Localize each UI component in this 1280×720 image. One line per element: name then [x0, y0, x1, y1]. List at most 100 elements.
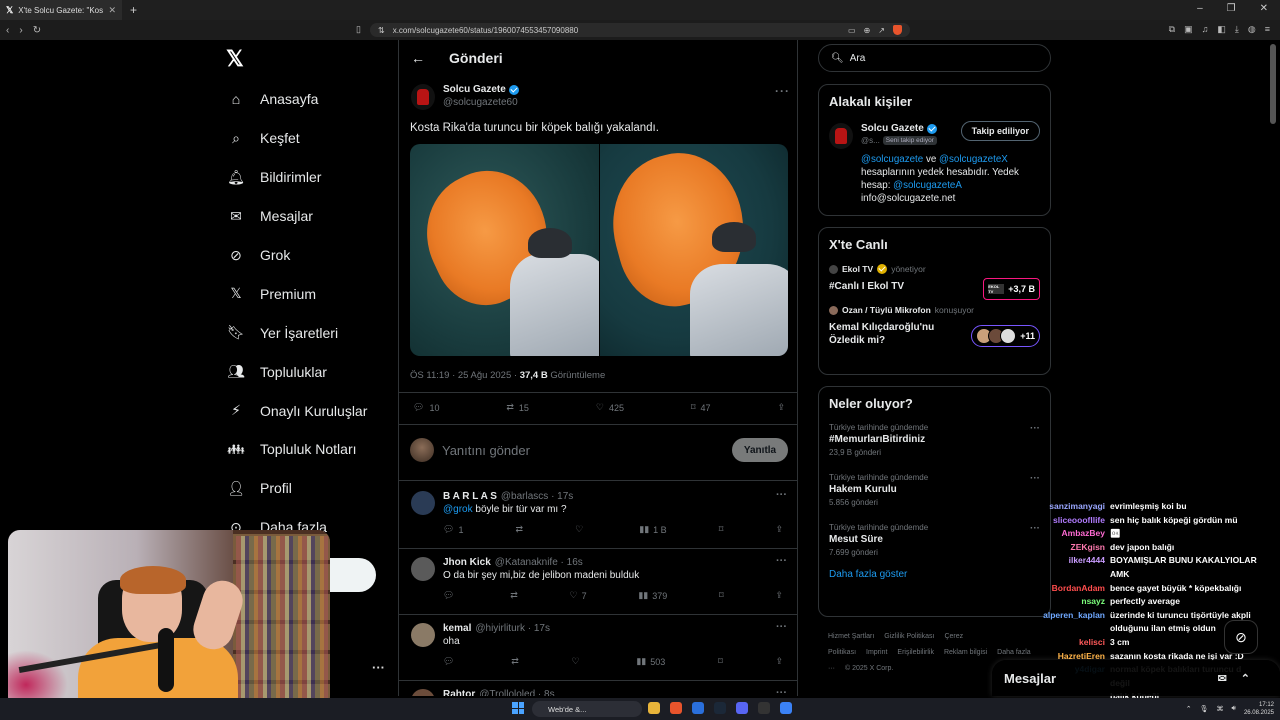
nav-item[interactable]: ⚡︎ Onaylı Kuruluşlar — [226, 391, 367, 430]
reply-avatar[interactable] — [411, 491, 435, 515]
reply-reply-action[interactable]: 💬︎ — [443, 590, 458, 601]
related-name[interactable]: Solcu Gazete — [861, 123, 924, 134]
reply-share-action[interactable]: ⇪ — [775, 656, 783, 667]
reply-bookmark-action[interactable]: ⌑ — [719, 590, 724, 601]
nav-item[interactable]: ⊘ Grok — [226, 236, 367, 275]
reply-handle[interactable]: @hiyirliturk · 17s — [475, 623, 550, 634]
footer-link[interactable]: Hizmet Şartları — [828, 633, 874, 640]
new-tab-icon[interactable]: + — [130, 3, 137, 17]
reply-repost-action[interactable]: ⇄ — [511, 656, 519, 667]
trend-more-icon[interactable]: ··· — [1030, 473, 1040, 484]
grok-fab-icon[interactable]: ⊘ — [1224, 620, 1258, 654]
tray-arrow-icon[interactable]: ⌃ — [1186, 705, 1192, 713]
footer-link[interactable]: © 2025 X Corp. — [845, 665, 893, 672]
reply-like-action[interactable]: ♡ 7 — [569, 590, 586, 601]
reply-reply-action[interactable]: 💬︎ 1 — [443, 524, 463, 535]
close-tab-icon[interactable]: ✕ — [108, 5, 116, 16]
following-button[interactable]: Takip ediliyor — [960, 121, 1040, 141]
extension-icon[interactable]: ⧉ — [1169, 24, 1175, 35]
reply-author[interactable]: Jhon Kick — [443, 557, 491, 568]
obs-icon[interactable] — [758, 702, 770, 714]
vpn-icon[interactable]: ◍ — [1248, 24, 1256, 35]
reply-author[interactable]: B A R L A S — [443, 491, 497, 502]
footer-link[interactable]: Imprint — [866, 649, 887, 656]
reply-item[interactable]: Rahtor@Trollololed · 8s💬︎ ⇄♡ ▮▮ ⌑⇪··· — [399, 681, 797, 696]
reply-button[interactable]: Yanıtla — [732, 438, 788, 462]
mic-tray-icon[interactable]: 🎙︎ — [1200, 705, 1209, 713]
nav-item[interactable]: ⌕ Keşfet — [226, 119, 367, 158]
brave-icon[interactable] — [670, 702, 682, 714]
reply-avatar[interactable] — [411, 557, 435, 581]
zoom-icon[interactable]: ⊕ — [864, 26, 871, 35]
chat-user[interactable] — [1000, 622, 1105, 636]
wallet-icon[interactable]: ▣ — [1184, 24, 1193, 35]
music-icon[interactable]: ♫ — [1202, 24, 1209, 35]
my-avatar[interactable] — [410, 438, 434, 462]
related-handle[interactable]: @s... — [861, 136, 880, 145]
reply-item[interactable]: B A R L A S @barlascs · 17s @grok böyle bi… — [399, 483, 797, 549]
screen-icon[interactable]: ▭ — [848, 26, 856, 35]
reply-views-action[interactable]: ▮▮ 1 B — [639, 524, 666, 535]
reply-reply-action[interactable]: 💬︎ — [443, 656, 458, 667]
author-name[interactable]: Solcu Gazete — [443, 84, 506, 95]
share-icon[interactable]: ↗ — [878, 26, 885, 35]
chat-user[interactable]: nsayz — [1000, 595, 1105, 609]
brave-shield-icon[interactable] — [893, 25, 902, 35]
live-item[interactable]: Ekol TV yönetiyor #Canlı I Ekol TV EKOL T… — [829, 264, 1040, 300]
reply-share-action[interactable]: ⇪ — [775, 590, 783, 601]
clock[interactable]: 17:12 26.08.2025 — [1244, 701, 1274, 717]
chat-user[interactable]: AmbazBey — [1000, 527, 1105, 541]
sidebar-icon[interactable]: ◧ — [1217, 24, 1226, 35]
reply-item[interactable]: kemal @hiyirliturk · 17s oha 💬︎ ⇄ ♡ ▮▮ 503 ⌑ ⇪… — [399, 615, 797, 681]
shark-photo-1[interactable] — [410, 144, 599, 356]
file-explorer-icon[interactable] — [648, 702, 660, 714]
related-person[interactable]: Solcu Gazete @s... Seni takip ediyor Taki… — [829, 121, 1040, 149]
reply-handle[interactable]: @barlascs · 17s — [501, 491, 573, 502]
back-icon[interactable]: ‹ — [6, 25, 9, 36]
share-action[interactable]: ⇪ — [777, 402, 785, 413]
reply-input[interactable]: Yanıtını gönder — [442, 443, 724, 458]
nav-item[interactable]: 𝕏 Premium — [226, 274, 367, 313]
reply-avatar[interactable] — [411, 623, 435, 647]
close-window-icon[interactable]: ✕ — [1260, 3, 1268, 14]
reply-author[interactable]: Rahtor — [443, 689, 475, 696]
tweet-time[interactable]: ÖS 11:19 · 25 Ağu 2025 · — [410, 370, 520, 381]
nav-item[interactable]: 🔔︎ Bildirimler — [226, 158, 367, 197]
bookmark-page-icon[interactable]: ▯ — [356, 24, 361, 35]
network-icon[interactable]: ⌘ — [1217, 705, 1224, 713]
bio-mention[interactable]: @solcugazeteX — [939, 154, 1008, 165]
chat-user[interactable]: sanzimanyagi — [1000, 500, 1105, 514]
nav-item[interactable]: 👪︎ Topluluk Notları — [226, 430, 367, 469]
shark-photo-2[interactable] — [599, 144, 788, 356]
nav-item[interactable]: ⌂ Anasayfa — [226, 80, 367, 119]
discord-icon[interactable] — [736, 702, 748, 714]
chat-user[interactable] — [1000, 568, 1105, 582]
reply-author[interactable]: kemal — [443, 623, 471, 634]
nav-item[interactable]: 👤︎ Profil — [226, 469, 367, 508]
footer-link[interactable]: Reklam bilgisi — [944, 649, 987, 656]
url-field[interactable]: ⇅ x.com/solcugazete60/status/19600745534… — [370, 23, 910, 37]
search-input[interactable]: 🔍︎ Ara — [818, 44, 1051, 72]
nav-item[interactable]: ✉ Mesajlar — [226, 197, 367, 236]
nav-item[interactable]: 🔖︎ Yer İşaretleri — [226, 313, 367, 352]
reply-handle[interactable]: @Trollololed · 8s — [479, 689, 554, 696]
bookmark-action[interactable]: ⌑ 47 — [691, 402, 711, 413]
author-handle[interactable]: @solcugazete60 — [443, 97, 519, 108]
reply-more-icon[interactable]: ··· — [776, 621, 787, 633]
reload-icon[interactable]: ↻ — [33, 25, 41, 36]
volume-icon[interactable]: 🔊︎ — [1232, 705, 1236, 713]
footer-link[interactable]: Gizlilik Politikası — [884, 633, 934, 640]
x-logo-icon[interactable]: 𝕏 — [226, 46, 244, 72]
account-menu-icon[interactable]: ··· — [372, 660, 385, 675]
reply-views-action[interactable]: ▮▮ 379 — [638, 590, 667, 601]
reply-bookmark-action[interactable]: ⌑ — [719, 524, 724, 535]
restore-icon[interactable]: ❐ — [1227, 3, 1236, 14]
taskbar-search[interactable]: Web'de &... — [532, 701, 642, 717]
expand-icon[interactable]: ⌃ — [1241, 672, 1250, 685]
reply-more-icon[interactable]: ··· — [776, 489, 787, 501]
reply-more-icon[interactable]: ··· — [776, 687, 787, 696]
page-scrollbar[interactable] — [1270, 44, 1276, 124]
forward-icon[interactable]: › — [19, 25, 22, 36]
chat-user[interactable]: alperen_kaplan — [1000, 609, 1105, 623]
reply-repost-action[interactable]: ⇄ — [516, 524, 524, 535]
